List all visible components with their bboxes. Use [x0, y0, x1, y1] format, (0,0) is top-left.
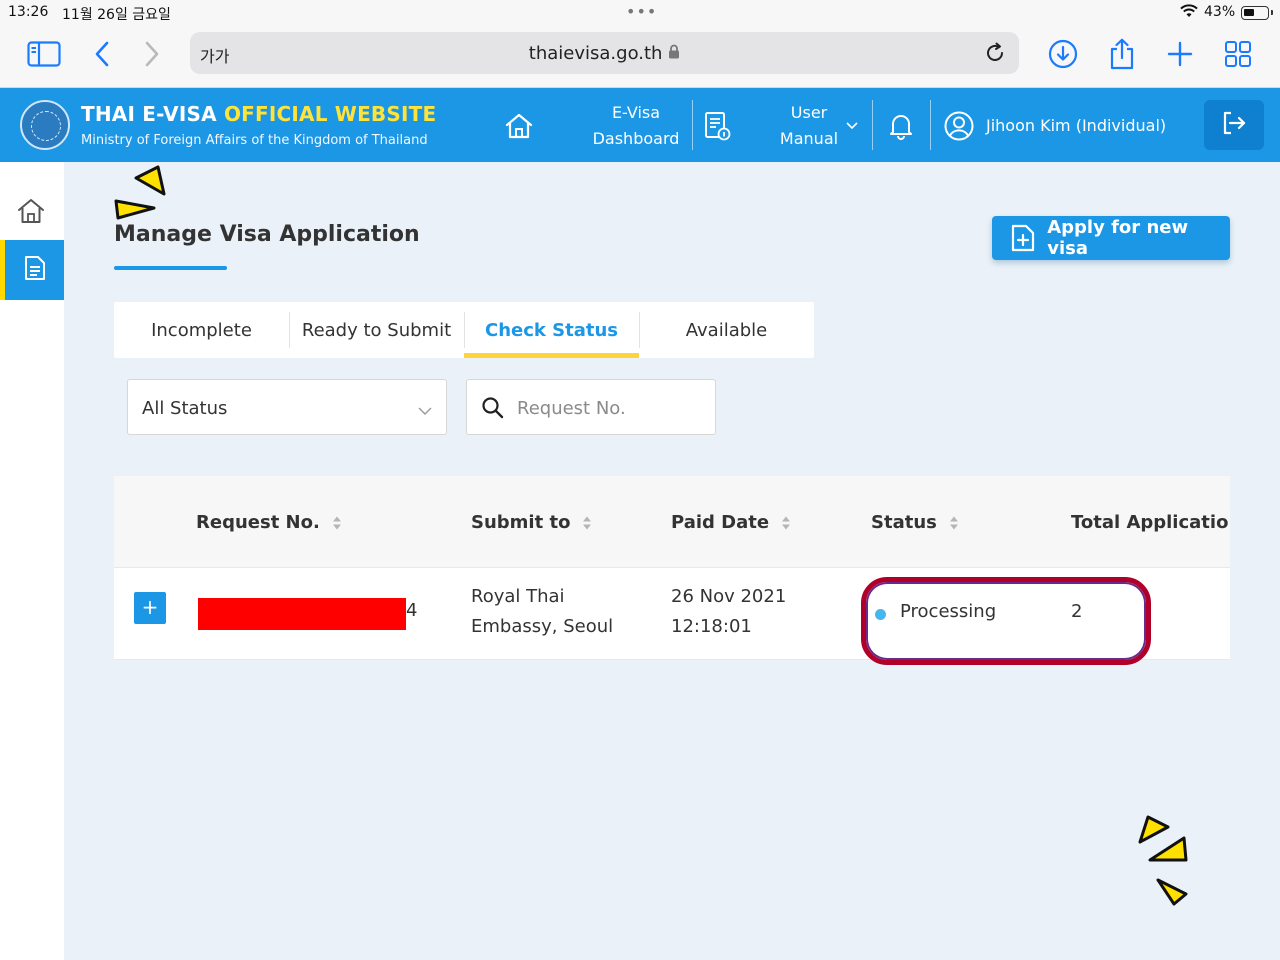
cell-submit-line1: Royal Thai: [471, 586, 565, 607]
col-total-applications-label: Total Applications: [1071, 512, 1230, 533]
yellow-spark-decoration: [1138, 815, 1188, 906]
manual-book-icon[interactable]: [702, 110, 734, 142]
annotation-highlight-ring: [861, 577, 1151, 665]
nav-dashboard-line2: Dashboard: [592, 129, 680, 148]
status-filter-value: All Status: [142, 398, 228, 419]
redacted-request-number: [198, 598, 406, 630]
new-tab-icon[interactable]: [1160, 36, 1200, 72]
tab-check-status[interactable]: Check Status: [464, 302, 639, 358]
cell-paid-date: 26 Nov 2021 12:18:01: [671, 582, 786, 642]
col-paid-date[interactable]: Paid Date: [671, 512, 791, 533]
document-icon: [24, 255, 46, 285]
browser-toolbar: 가가 thaievisa.go.th: [0, 26, 1280, 88]
download-icon[interactable]: [1043, 36, 1083, 72]
logout-icon: [1221, 110, 1247, 140]
col-request-no-label: Request No.: [196, 512, 320, 533]
battery-percent: 43%: [1204, 4, 1236, 20]
request-search-box: [466, 379, 716, 435]
ministry-subtitle: Ministry of Foreign Affairs of the Kingd…: [81, 133, 428, 148]
chevron-down-icon: [418, 400, 432, 415]
request-number-visible-digit: 4: [406, 600, 418, 621]
cell-paid-line2: 12:18:01: [671, 616, 752, 637]
cell-submit-to: Royal Thai Embassy, Seoul: [471, 582, 613, 642]
brand-highlight-text: OFFICIAL WEBSITE: [223, 102, 437, 126]
nav-evisa-dashboard[interactable]: E-Visa Dashboard: [586, 100, 686, 152]
forward-icon[interactable]: [132, 36, 172, 72]
header-home-icon[interactable]: [504, 112, 536, 140]
brand-text: THAI E-VISA: [81, 102, 224, 126]
ministry-seal-logo: [20, 100, 70, 150]
rail-home-icon[interactable]: [16, 196, 46, 226]
tab-incomplete[interactable]: Incomplete: [114, 302, 289, 358]
sort-icon: [949, 516, 958, 529]
user-name[interactable]: Jihoon Kim (Individual): [986, 116, 1166, 135]
tabs-grid-icon[interactable]: [1218, 36, 1258, 72]
page-title: Manage Visa Application: [114, 222, 420, 247]
battery-icon: [1241, 6, 1273, 20]
title-underline: [114, 266, 227, 270]
nav-dashboard-line1: E-Visa: [611, 103, 661, 122]
col-status-label: Status: [871, 512, 937, 533]
url-text: thaievisa.go.th: [190, 43, 1019, 64]
user-avatar-icon[interactable]: [944, 111, 974, 141]
yellow-spark-decoration: [114, 165, 166, 220]
nav-manual-line1: User: [790, 103, 828, 122]
request-search-input[interactable]: [517, 394, 707, 422]
tab-available[interactable]: Available: [639, 302, 814, 358]
multitasking-dots-icon[interactable]: •••: [626, 2, 657, 21]
col-request-no[interactable]: Request No.: [196, 512, 342, 533]
col-status[interactable]: Status: [871, 512, 959, 533]
apply-new-visa-button[interactable]: Apply for new visa: [992, 216, 1230, 260]
apply-button-label: Apply for new visa: [1047, 217, 1189, 259]
col-submit-to[interactable]: Submit to: [471, 512, 592, 533]
sidebar-icon[interactable]: [24, 36, 64, 72]
col-submit-to-label: Submit to: [471, 512, 571, 533]
expand-row-button[interactable]: +: [134, 592, 166, 624]
status-filter-select[interactable]: All Status: [127, 379, 447, 435]
nav-user-manual[interactable]: User Manual: [770, 100, 848, 152]
nav-manual-line2: Manual: [779, 129, 839, 148]
table-header: Request No. Submit to Paid Date Status T…: [114, 476, 1230, 568]
sort-icon: [782, 516, 791, 529]
left-rail-nav: [0, 162, 64, 960]
logout-button[interactable]: [1204, 100, 1264, 150]
tab-ready-to-submit[interactable]: Ready to Submit: [289, 302, 464, 358]
address-bar[interactable]: 가가 thaievisa.go.th: [190, 32, 1019, 74]
new-document-icon: [1010, 224, 1037, 252]
rail-applications-item[interactable]: [0, 240, 64, 300]
chevron-down-icon[interactable]: [846, 116, 858, 135]
col-total-applications[interactable]: Total Applications: [1071, 512, 1230, 533]
search-icon: [481, 396, 505, 420]
sort-icon: [583, 516, 592, 529]
lock-icon: [668, 43, 680, 64]
status-date: 11월 26일 금요일: [62, 7, 171, 23]
application-tabs: Incomplete Ready to Submit Check Status …: [114, 302, 814, 358]
bell-icon[interactable]: [888, 112, 916, 140]
status-time: 13:26: [8, 4, 49, 20]
back-icon[interactable]: [82, 36, 122, 72]
header-divider: [692, 100, 693, 150]
reload-icon[interactable]: [981, 39, 1009, 67]
wifi-icon: [1180, 4, 1198, 22]
url-domain: thaievisa.go.th: [528, 43, 663, 64]
sort-icon: [332, 516, 341, 529]
col-paid-date-label: Paid Date: [671, 512, 770, 533]
header-divider: [930, 100, 931, 150]
share-icon[interactable]: [1102, 36, 1142, 72]
header-divider: [872, 100, 873, 150]
site-header: THAI E-VISA OFFICIAL WEBSITE Ministry of…: [0, 88, 1280, 162]
site-brand[interactable]: THAI E-VISA OFFICIAL WEBSITE: [81, 102, 436, 126]
cell-paid-line1: 26 Nov 2021: [671, 586, 787, 607]
device-status-bar: 13:26 11월 26일 금요일 ••• 43%: [0, 0, 1280, 26]
cell-submit-line2: Embassy, Seoul: [471, 616, 614, 637]
